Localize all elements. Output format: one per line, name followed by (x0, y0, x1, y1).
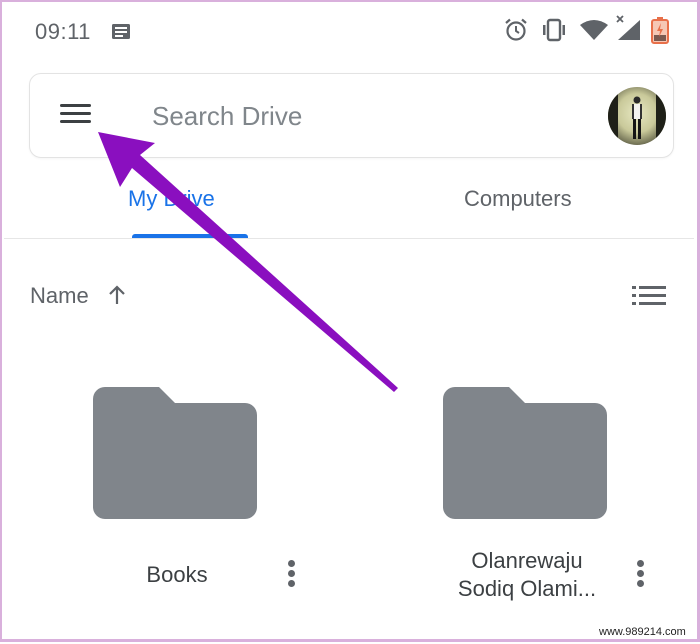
folder-name-line: Sodiq Olami... (457, 576, 597, 601)
account-avatar[interactable] (608, 87, 666, 145)
wifi-icon (579, 19, 609, 46)
folder-name-line: Books (146, 562, 208, 587)
folder-name[interactable]: Books (122, 561, 232, 589)
sort-ascending-arrow-icon[interactable] (107, 283, 127, 312)
vibrate-icon (540, 17, 568, 48)
screen-frame: 09:11 Search Drive My Drive Computers Na… (0, 0, 700, 642)
sort-by-name-button[interactable]: Name (30, 283, 89, 309)
signal-no-service-icon (614, 14, 642, 47)
tab-computers[interactable]: Computers (464, 186, 572, 212)
folder-icon[interactable] (93, 387, 259, 526)
more-options-icon[interactable] (637, 560, 647, 590)
list-view-icon[interactable] (632, 285, 666, 312)
notification-icon (111, 23, 131, 45)
folder-icon[interactable] (443, 387, 609, 526)
search-input[interactable] (152, 96, 572, 136)
alarm-icon (504, 17, 528, 48)
more-options-icon[interactable] (288, 560, 298, 590)
tabs-divider (4, 238, 694, 239)
status-time: 09:11 (35, 19, 91, 44)
tab-my-drive[interactable]: My Drive (128, 186, 215, 212)
folder-name[interactable]: Olanrewaju Sodiq Olami... (442, 547, 612, 603)
hamburger-menu-icon[interactable] (60, 104, 94, 130)
search-bar (29, 73, 674, 158)
watermark: www.989214.com (599, 626, 686, 638)
battery-charging-icon (651, 17, 669, 49)
folder-name-line: Olanrewaju (471, 548, 583, 573)
